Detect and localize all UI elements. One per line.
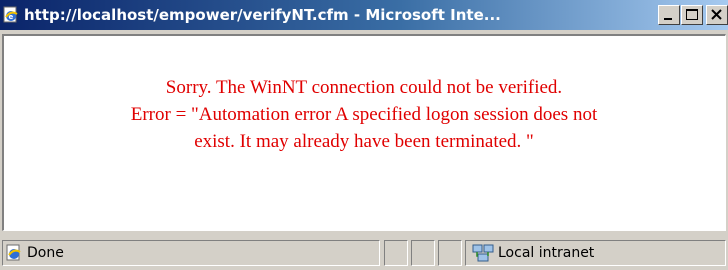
svg-text:e: e (9, 13, 14, 21)
ie-page-icon[interactable]: e (2, 6, 20, 24)
browser-window: e http://localhost/empower/verifyNT.cfm … (0, 0, 728, 270)
maximize-icon (686, 9, 698, 20)
ie-page-done-icon (5, 244, 23, 267)
status-pane-empty (411, 240, 435, 266)
window-title: http://localhost/empower/verifyNT.cfm - … (24, 6, 501, 24)
local-intranet-icon (472, 243, 494, 268)
status-text: Done (27, 245, 64, 261)
status-pane-empty (384, 240, 408, 266)
error-message: Sorry. The WinNT connection could not be… (4, 74, 724, 155)
page-content[interactable]: Sorry. The WinNT connection could not be… (2, 34, 726, 231)
status-pane-empty (438, 240, 462, 266)
zone-pane[interactable]: Local intranet (465, 240, 726, 266)
title-bar[interactable]: e http://localhost/empower/verifyNT.cfm … (0, 0, 728, 30)
close-button[interactable] (706, 5, 728, 25)
message-line: exist. It may already have been terminat… (194, 131, 534, 152)
status-pane: Done (2, 240, 380, 266)
close-icon (711, 9, 722, 20)
zone-text: Local intranet (498, 245, 595, 261)
message-line: Error = "Automation error A specified lo… (130, 104, 598, 125)
minimize-button[interactable] (658, 5, 680, 25)
maximize-button[interactable] (681, 5, 703, 25)
minimize-icon (664, 18, 672, 20)
message-line: Sorry. The WinNT connection could not be… (165, 77, 563, 98)
status-bar: Done Local intranet (0, 236, 728, 270)
